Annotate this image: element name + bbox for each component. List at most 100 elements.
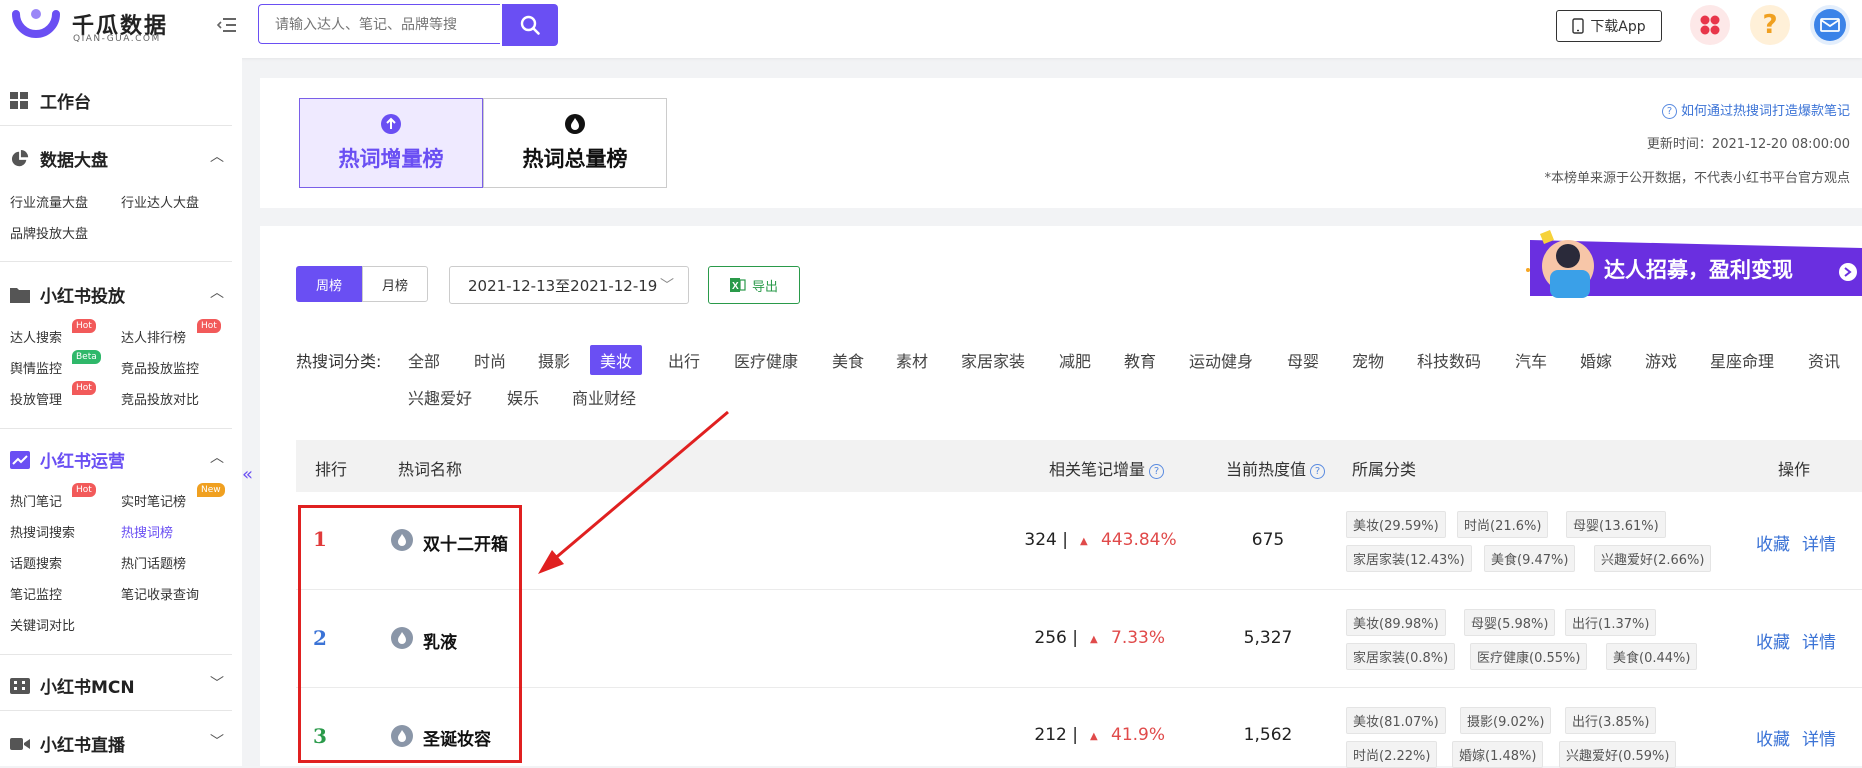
category-tag: 出行(1.37%) (1565, 609, 1657, 636)
search-button[interactable] (502, 4, 558, 46)
sidebar-section-data-dashboard[interactable]: 数据大盘 (10, 146, 108, 171)
dashboard-grid-icon (10, 91, 28, 109)
sidebar-item-hotword-search[interactable]: 热搜词搜索 (10, 522, 75, 541)
help-circle-icon: ? (1661, 104, 1677, 119)
sidebar-item-kol-ranking[interactable]: 达人排行榜 Hot (121, 319, 221, 346)
category-business[interactable]: 商业财经 (572, 385, 636, 409)
sidebar-divider (0, 654, 232, 655)
mail-button[interactable] (1810, 5, 1850, 45)
category-tech[interactable]: 科技数码 (1417, 348, 1481, 372)
sidebar-item-sentiment-monitor[interactable]: 舆情监控 Beta (10, 350, 101, 377)
help-icon[interactable]: ? (1750, 5, 1790, 45)
sidebar-item-industry-kol[interactable]: 行业达人大盘 (121, 192, 199, 211)
sidebar-item-competitor-compare[interactable]: 竞品投放对比 (121, 389, 199, 408)
apps-button[interactable] (1690, 5, 1730, 45)
favorite-link[interactable]: 收藏 (1756, 725, 1790, 750)
sidebar-section-xhs-mcn[interactable]: 小红书MCN (10, 673, 135, 698)
category-food[interactable]: 美食 (832, 348, 864, 372)
export-button[interactable]: X 导出 (708, 266, 800, 304)
category-hobbies[interactable]: 兴趣爱好 (408, 385, 472, 409)
sidebar-item-note-monitor[interactable]: 笔记监控 (10, 584, 62, 603)
sidebar-item-label: 热门笔记 (10, 495, 63, 510)
period-week-button[interactable]: 周榜 (296, 266, 362, 302)
sidebar-item-kol-search[interactable]: 达人搜索 Hot (10, 319, 96, 346)
sidebar-item-label: 达人排行榜 (121, 331, 187, 346)
top-bar: 千瓜数据 QIAN-GUA.COM 下载App ? (0, 0, 1862, 58)
sidebar-item-topic-search[interactable]: 话题搜索 (10, 553, 62, 572)
sidebar-item-industry-traffic[interactable]: 行业流量大盘 (10, 192, 88, 211)
search-icon (520, 15, 540, 35)
menu-fold-icon[interactable] (216, 14, 238, 36)
period-month-button[interactable]: 月榜 (362, 266, 428, 302)
search-input[interactable] (258, 4, 500, 44)
category-health[interactable]: 医疗健康 (734, 348, 798, 372)
sidebar-item-workbench[interactable]: 工作台 (10, 88, 91, 113)
hot-badge: Hot (197, 319, 221, 333)
category-all[interactable]: 全部 (408, 348, 440, 372)
category-astrology[interactable]: 星座命理 (1710, 348, 1774, 372)
category-wedding[interactable]: 婚嫁 (1580, 348, 1612, 372)
chevron-down-icon[interactable]: ﹀ (210, 731, 224, 751)
column-note-growth[interactable]: 相关笔记增量? (1049, 456, 1165, 480)
favorite-link[interactable]: 收藏 (1756, 530, 1790, 555)
sidebar-section-xhs-operations[interactable]: 小红书运营 (10, 447, 125, 472)
category-pets[interactable]: 宠物 (1352, 348, 1384, 372)
tab-hotword-growth[interactable]: 热词增量榜 (299, 98, 483, 188)
column-category: 所属分类 (1352, 460, 1417, 479)
category-auto[interactable]: 汽车 (1515, 348, 1547, 372)
detail-link[interactable]: 详情 (1802, 628, 1836, 653)
chevron-down-icon[interactable]: ﹀ (210, 673, 224, 693)
sidebar-item-placement-mgmt[interactable]: 投放管理 Hot (10, 381, 96, 408)
detail-link[interactable]: 详情 (1802, 725, 1836, 750)
sidebar-section-xhs-placement[interactable]: 小红书投放 (10, 282, 125, 307)
category-tag: 兴趣爱好(2.66%) (1594, 545, 1712, 572)
category-entertainment[interactable]: 娱乐 (507, 385, 539, 409)
chevron-down-icon: ﹀ (660, 278, 674, 294)
arrow-up-icon: ▲ (1090, 731, 1098, 742)
category-education[interactable]: 教育 (1124, 348, 1156, 372)
category-parenting[interactable]: 母婴 (1287, 348, 1319, 372)
date-range-select[interactable]: 2021-12-13至2021-12-19 ﹀ (449, 266, 689, 304)
detail-link[interactable]: 详情 (1802, 530, 1836, 555)
beta-badge: Beta (72, 350, 101, 364)
category-tag: 美妆(81.07%) (1346, 707, 1446, 734)
sidebar-item-realtime-notes[interactable]: 实时笔记榜 New (121, 483, 225, 510)
category-tag: 美妆(89.98%) (1346, 609, 1446, 636)
sidebar-item-keyword-compare[interactable]: 关键词对比 (10, 615, 75, 634)
category-photography[interactable]: 摄影 (538, 348, 570, 372)
chevron-up-icon[interactable]: ︿ (210, 146, 224, 166)
disclaimer: *本榜单来源于公开数据，不代表小红书平台官方观点 (1544, 171, 1850, 186)
category-travel[interactable]: 出行 (668, 348, 700, 372)
chevron-up-icon[interactable]: ︿ (210, 447, 224, 467)
category-tag: 美妆(29.59%) (1346, 511, 1446, 538)
sidebar-item-brand-placement[interactable]: 品牌投放大盘 (10, 223, 88, 242)
sidebar-item-hot-notes[interactable]: 热门笔记 Hot (10, 483, 96, 510)
sidebar-section-xhs-live[interactable]: 小红书直播 (10, 731, 125, 756)
note-growth-count: 256 | (1034, 628, 1078, 648)
sidebar-item-competitor-monitor[interactable]: 竞品投放监控 (121, 358, 199, 377)
category-news[interactable]: 资讯 (1808, 348, 1840, 372)
category-filter-label: 热搜词分类: (296, 352, 382, 371)
favorite-link[interactable]: 收藏 (1756, 628, 1790, 653)
guide-link[interactable]: ? 如何通过热搜词打造爆款笔记 (1661, 100, 1850, 119)
sidebar-collapse-icon[interactable]: « (242, 464, 260, 485)
category-fitness[interactable]: 运动健身 (1189, 348, 1253, 372)
help-circle-icon[interactable]: ? (1310, 464, 1326, 479)
category-tag: 家居家装(12.43%) (1346, 545, 1472, 572)
category-games[interactable]: 游戏 (1645, 348, 1677, 372)
category-beauty[interactable]: 美妆 (590, 345, 643, 375)
category-home-decor[interactable]: 家居家装 (961, 348, 1025, 372)
download-app-button[interactable]: 下载App (1556, 10, 1662, 42)
sidebar-item-note-index-query[interactable]: 笔记收录查询 (121, 584, 199, 603)
chevron-up-icon[interactable]: ︿ (210, 282, 224, 302)
category-weight-loss[interactable]: 减肥 (1059, 348, 1091, 372)
excel-icon: X (729, 278, 746, 292)
category-fashion[interactable]: 时尚 (474, 348, 506, 372)
folder-icon (10, 287, 30, 303)
sidebar-item-hot-topics[interactable]: 热门话题榜 (121, 553, 186, 572)
sidebar-item-hotword-ranking[interactable]: 热搜词榜 (121, 522, 173, 541)
column-heat-value[interactable]: 当前热度值? (1226, 456, 1326, 480)
tab-hotword-total[interactable]: 热词总量榜 (483, 98, 667, 188)
help-circle-icon[interactable]: ? (1149, 464, 1165, 479)
category-materials[interactable]: 素材 (896, 348, 928, 372)
